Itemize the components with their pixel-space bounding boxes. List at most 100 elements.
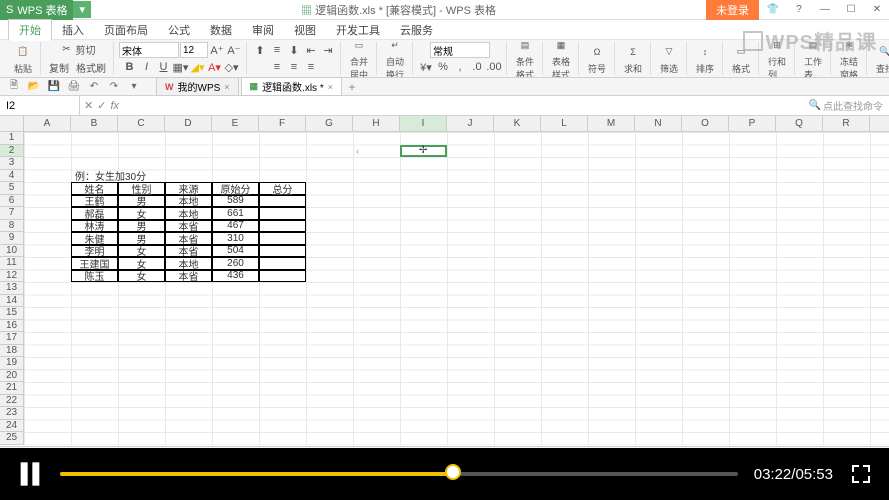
tab-mywps[interactable]: W 我的WPS × xyxy=(156,77,239,96)
font-shrink-icon[interactable]: A⁻ xyxy=(226,42,242,58)
col-header-C[interactable]: C xyxy=(118,116,165,131)
fx-icon[interactable]: fx xyxy=(110,100,119,112)
row-header-1[interactable]: 1 xyxy=(0,132,24,145)
cell[interactable] xyxy=(259,257,306,270)
row-header-5[interactable]: 5 xyxy=(0,182,24,195)
fill-color-button[interactable]: ◢▾ xyxy=(190,59,206,75)
number-format-select[interactable] xyxy=(430,42,490,58)
row-header-13[interactable]: 13 xyxy=(0,282,24,295)
row-header-3[interactable]: 3 xyxy=(0,157,24,170)
col-header-O[interactable]: O xyxy=(682,116,729,131)
name-box[interactable]: I2 xyxy=(0,96,80,115)
row-header-22[interactable]: 22 xyxy=(0,395,24,408)
cell[interactable]: 总分 xyxy=(259,182,306,195)
login-button[interactable]: 未登录 xyxy=(706,0,759,20)
row-header-9[interactable]: 9 xyxy=(0,232,24,245)
select-all-corner[interactable] xyxy=(0,116,24,131)
cancel-formula-icon[interactable]: ✕ xyxy=(84,99,93,112)
underline-button[interactable]: U xyxy=(156,59,172,75)
align-center-icon[interactable]: ≡ xyxy=(286,59,302,75)
tab-document[interactable]: ▦ 逻辑函数.xls * × xyxy=(241,77,342,96)
row-header-4[interactable]: 4 xyxy=(0,170,24,183)
app-dropdown[interactable]: ▾ xyxy=(73,1,91,18)
clear-format-button[interactable]: ◇▾ xyxy=(224,59,240,75)
percent-icon[interactable]: % xyxy=(435,59,451,75)
menu-dev[interactable]: 开发工具 xyxy=(326,20,390,40)
help-icon[interactable]: ? xyxy=(787,1,811,19)
qa-print-icon[interactable]: 🖨 xyxy=(66,80,82,94)
currency-icon[interactable]: ¥▾ xyxy=(418,59,434,75)
row-header-8[interactable]: 8 xyxy=(0,220,24,233)
col-header-I[interactable]: I xyxy=(400,116,447,131)
row-header-6[interactable]: 6 xyxy=(0,195,24,208)
cut-button[interactable]: ✂剪切 xyxy=(57,41,99,58)
row-header-16[interactable]: 16 xyxy=(0,320,24,333)
row-header-23[interactable]: 23 xyxy=(0,407,24,420)
row-header-12[interactable]: 12 xyxy=(0,270,24,283)
col-header-N[interactable]: N xyxy=(635,116,682,131)
qa-new-icon[interactable]: 🗎 xyxy=(6,80,22,94)
cell[interactable]: 661 xyxy=(212,207,259,220)
sum-button[interactable]: Σ求和 xyxy=(620,43,646,75)
paste-button[interactable]: 📋 粘贴 xyxy=(10,43,36,75)
cell[interactable]: 女 xyxy=(118,270,165,283)
col-header-P[interactable]: P xyxy=(729,116,776,131)
col-header-B[interactable]: B xyxy=(71,116,118,131)
menu-start[interactable]: 开始 xyxy=(8,19,52,41)
tab-close-icon[interactable]: × xyxy=(224,82,229,92)
menu-view[interactable]: 视图 xyxy=(284,20,326,40)
qa-dropdown-icon[interactable]: ▾ xyxy=(126,80,142,94)
col-header-M[interactable]: M xyxy=(588,116,635,131)
col-header-J[interactable]: J xyxy=(447,116,494,131)
qa-undo-icon[interactable]: ↶ xyxy=(86,80,102,94)
qa-open-icon[interactable]: 📂 xyxy=(26,80,42,94)
row-header-17[interactable]: 17 xyxy=(0,332,24,345)
tab-close-icon[interactable]: × xyxy=(328,82,333,92)
cell[interactable]: 本省 xyxy=(165,270,212,283)
copy-button[interactable]: 复制 xyxy=(46,59,72,76)
search-command[interactable]: 🔍 点此查找命令 xyxy=(803,98,889,113)
row-header-10[interactable]: 10 xyxy=(0,245,24,258)
cell[interactable]: 504 xyxy=(212,245,259,258)
row-header-24[interactable]: 24 xyxy=(0,420,24,433)
row-header-21[interactable]: 21 xyxy=(0,382,24,395)
cell[interactable]: 589 xyxy=(212,195,259,208)
progress-bar[interactable] xyxy=(60,472,738,476)
align-top-icon[interactable]: ⬆ xyxy=(252,42,268,58)
worksheet-button[interactable]: ▤工作表 xyxy=(800,40,826,78)
col-header-F[interactable]: F xyxy=(259,116,306,131)
maximize-icon[interactable]: ☐ xyxy=(839,1,863,19)
col-header-H[interactable]: H xyxy=(353,116,400,131)
font-size-select[interactable] xyxy=(180,42,208,58)
progress-knob[interactable] xyxy=(445,464,461,480)
row-header-18[interactable]: 18 xyxy=(0,345,24,358)
row-header-20[interactable]: 20 xyxy=(0,370,24,383)
menu-data[interactable]: 数据 xyxy=(200,20,242,40)
find-button[interactable]: 🔍查找 xyxy=(872,43,889,75)
menu-cloud[interactable]: 云服务 xyxy=(390,20,443,40)
pause-button[interactable] xyxy=(16,456,44,492)
align-right-icon[interactable]: ≡ xyxy=(303,59,319,75)
cell[interactable] xyxy=(259,270,306,283)
col-header-Q[interactable]: Q xyxy=(776,116,823,131)
row-header-19[interactable]: 19 xyxy=(0,357,24,370)
cell[interactable] xyxy=(259,220,306,233)
row-col-button[interactable]: ⊞行和列 xyxy=(764,40,790,78)
merge-center-button[interactable]: ▭合并居中 xyxy=(346,40,372,78)
col-header-A[interactable]: A xyxy=(24,116,71,131)
col-header-K[interactable]: K xyxy=(494,116,541,131)
decimal-inc-icon[interactable]: .0 xyxy=(469,59,485,75)
col-header-E[interactable]: E xyxy=(212,116,259,131)
conditional-format-button[interactable]: ▤条件格式 xyxy=(512,40,538,78)
cell[interactable]: 310 xyxy=(212,232,259,245)
row-header-2[interactable]: 2 xyxy=(0,145,24,158)
row-header-15[interactable]: 15 xyxy=(0,307,24,320)
comma-icon[interactable]: , xyxy=(452,59,468,75)
cell[interactable] xyxy=(259,207,306,220)
format-painter-button[interactable]: 格式刷 xyxy=(73,59,109,76)
menu-formula[interactable]: 公式 xyxy=(158,20,200,40)
font-grow-icon[interactable]: A⁺ xyxy=(209,42,225,58)
border-button[interactable]: ▦▾ xyxy=(173,59,189,75)
row-header-14[interactable]: 14 xyxy=(0,295,24,308)
row-header-11[interactable]: 11 xyxy=(0,257,24,270)
